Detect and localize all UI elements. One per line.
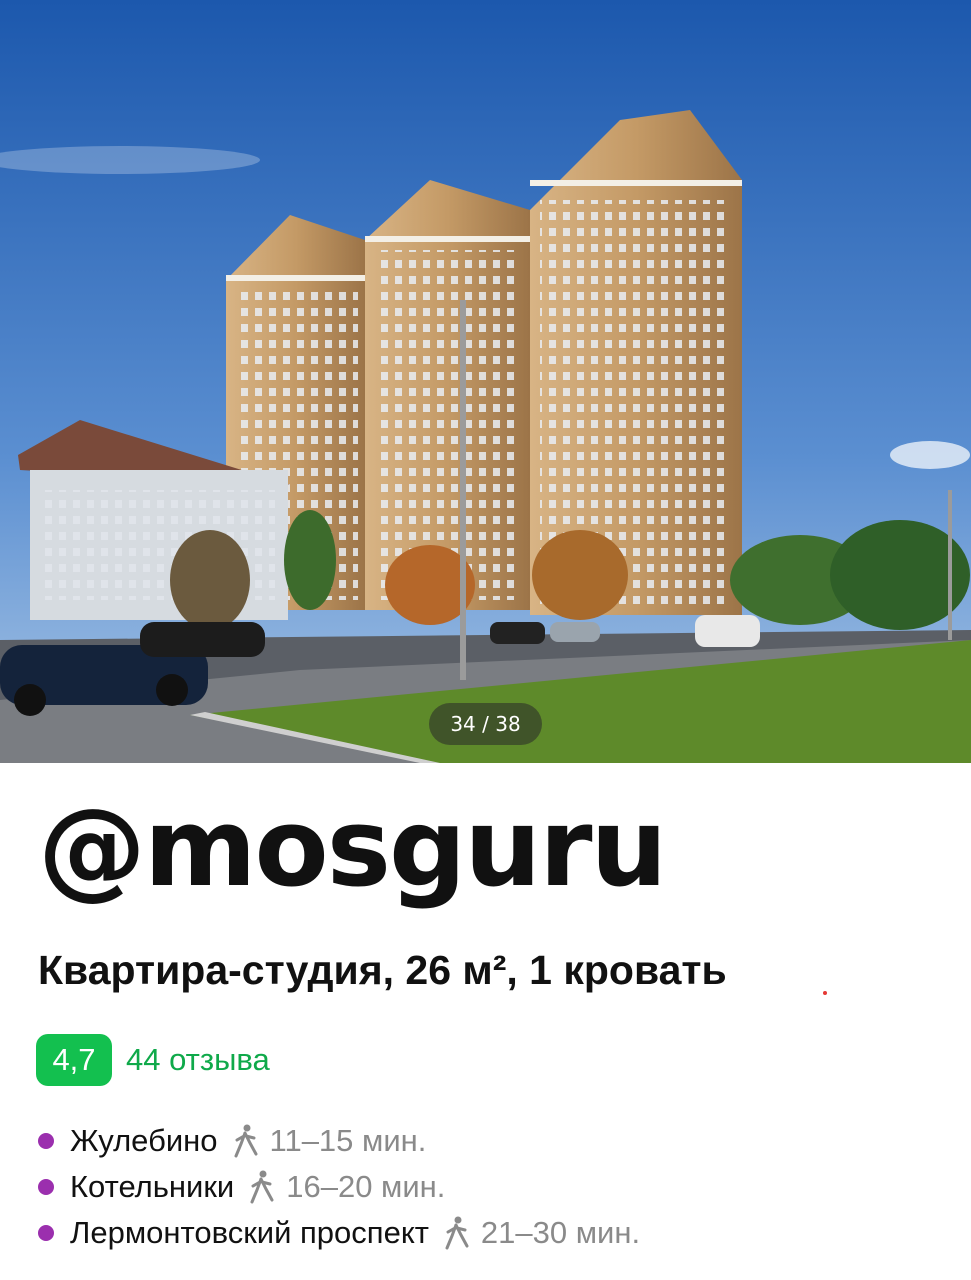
metro-walk-time: 11–15 мин.	[269, 1123, 427, 1158]
metro-walk-time: 16–20 мин.	[286, 1169, 446, 1204]
photo-counter: 34 / 38	[429, 703, 542, 745]
reviews-link[interactable]: 44 отзыва	[126, 1034, 270, 1086]
listing-photo	[0, 0, 971, 763]
walk-icon	[445, 1216, 469, 1250]
metro-line-dot	[38, 1179, 54, 1195]
metro-walk-time: 21–30 мин.	[480, 1215, 641, 1250]
metro-item: Котельники 16–20 мин.	[38, 1164, 640, 1210]
metro-line-dot	[38, 1225, 54, 1241]
listing-title: Квартира-студия, 26 м², 1 кровать	[38, 947, 727, 993]
metro-list: Жулебино 11–15 мин. Котельники 16–20 мин…	[38, 1118, 640, 1256]
decor-dot	[823, 991, 827, 995]
metro-station-name: Жулебино	[70, 1123, 218, 1158]
metro-item: Жулебино 11–15 мин.	[38, 1118, 640, 1164]
photo-gallery[interactable]: 34 / 38	[0, 0, 971, 763]
watermark-text: @mosguru	[38, 786, 667, 911]
rating-badge[interactable]: 4,7	[36, 1034, 112, 1086]
metro-station-name: Лермонтовский проспект	[70, 1215, 429, 1250]
walk-icon	[250, 1170, 274, 1204]
metro-line-dot	[38, 1133, 54, 1149]
metro-station-name: Котельники	[70, 1169, 235, 1204]
metro-item: Лермонтовский проспект 21–30 мин.	[38, 1210, 640, 1256]
walk-icon	[234, 1124, 258, 1158]
